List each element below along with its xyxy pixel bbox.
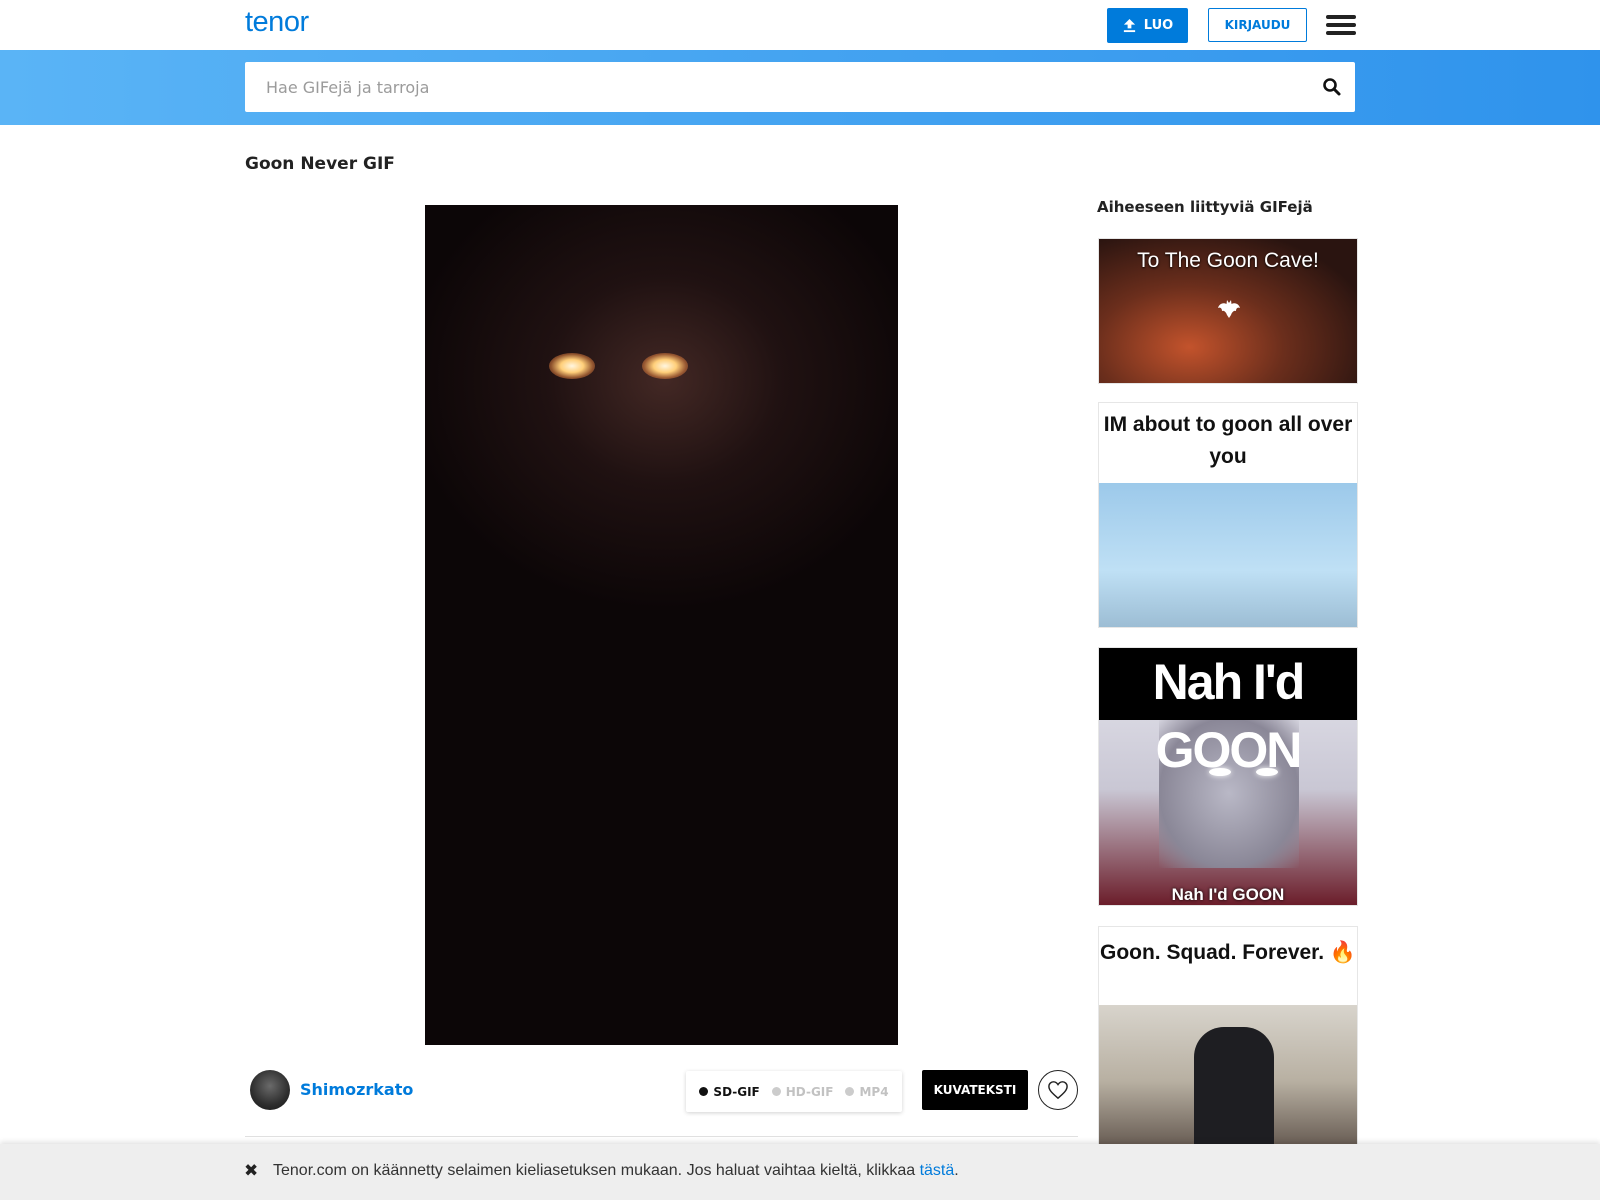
caption-button[interactable]: KUVATEKSTI	[922, 1070, 1028, 1110]
gif-image[interactable]	[425, 205, 898, 1045]
gif-haze	[425, 205, 898, 1045]
related-gif-caption-bottom: Nah I'd GOON	[1171, 885, 1285, 904]
glowing-eye-right	[642, 353, 688, 379]
format-dot	[699, 1087, 709, 1096]
language-notice-text: Tenor.com on käännetty selaimen kieliase…	[273, 1162, 959, 1180]
top-navigation: tenor LUO KIRJAUDU	[0, 0, 1600, 50]
related-gif-caption: IM about to goon all over you	[1103, 413, 1353, 468]
content-divider	[245, 1136, 1078, 1137]
format-dot	[845, 1087, 855, 1096]
login-button[interactable]: KIRJAUDU	[1208, 8, 1307, 42]
related-gif-caption: Goon. Squad. Forever. 🔥	[1099, 941, 1357, 964]
format-mp4[interactable]: MP4	[845, 1084, 889, 1099]
bat-icon	[1218, 300, 1240, 318]
language-notice-suffix: .	[954, 1162, 959, 1179]
related-gifs-title: Aiheeseen liittyviä GIFejä	[1097, 198, 1313, 216]
page-title: Goon Never GIF	[245, 154, 395, 174]
format-label: HD-GIF	[785, 1084, 834, 1099]
language-notice-message: Tenor.com on käännetty selaimen kieliase…	[273, 1162, 920, 1179]
search-band	[0, 50, 1600, 125]
close-icon[interactable]: ✖	[244, 1161, 258, 1181]
search-box	[245, 62, 1355, 112]
related-gif-2[interactable]: IM about to goon all over you	[1098, 402, 1358, 628]
heart-icon	[1048, 1081, 1068, 1100]
related-gif-caption: Nah I'd GOON	[1099, 648, 1357, 778]
format-label: SD-GIF	[713, 1084, 760, 1099]
language-change-link[interactable]: tästä	[920, 1162, 955, 1179]
person-figure	[1194, 1027, 1274, 1155]
create-button-label: LUO	[1143, 18, 1174, 33]
upload-icon	[1123, 18, 1135, 33]
author-avatar[interactable]	[250, 1070, 290, 1110]
format-dot	[771, 1087, 781, 1096]
glowing-eye-left	[549, 353, 595, 379]
favorite-button[interactable]	[1038, 1070, 1078, 1110]
author-name[interactable]: Shimozrkato	[300, 1080, 413, 1099]
menu-icon[interactable]	[1326, 15, 1356, 35]
related-gif-3[interactable]: Nah I'd GOON Nah I'd GOON	[1098, 647, 1358, 906]
format-sd-gif[interactable]: SD-GIF	[699, 1084, 760, 1099]
tenor-logo[interactable]: tenor	[245, 6, 309, 39]
format-hd-gif[interactable]: HD-GIF	[771, 1084, 834, 1099]
language-notice-bar: ✖ Tenor.com on käännetty selaimen kielia…	[0, 1144, 1600, 1200]
related-gif-4[interactable]: Goon. Squad. Forever. 🔥	[1098, 926, 1358, 1156]
format-label: MP4	[859, 1084, 889, 1099]
related-gif-caption: To The Goon Cave!	[1137, 249, 1319, 272]
search-icon[interactable]	[1322, 77, 1342, 97]
format-selector: SD-GIF HD-GIF MP4	[686, 1071, 902, 1112]
search-input[interactable]	[245, 62, 1285, 112]
related-gif-1[interactable]: To The Goon Cave!	[1098, 238, 1358, 384]
sky-image	[1099, 483, 1357, 627]
create-button[interactable]: LUO	[1107, 8, 1188, 43]
